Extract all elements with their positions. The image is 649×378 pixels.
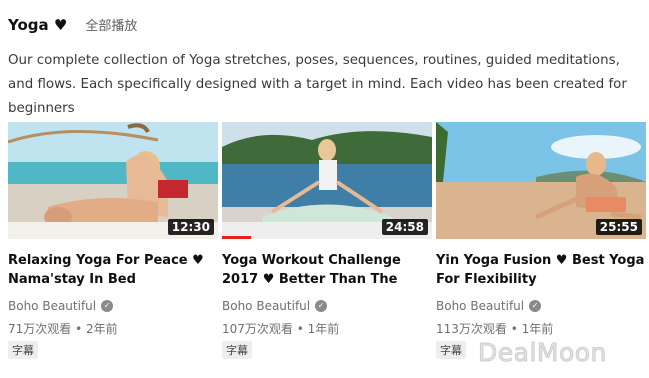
duration-badge: 25:55 (595, 219, 642, 235)
channel-label: Boho Beautiful (222, 299, 311, 313)
verified-check-icon: ✓ (101, 300, 114, 312)
video-shelf: 12:30 Relaxing Yoga For Peace ♥ Nama'sta… (8, 122, 648, 362)
verified-check-icon: ✓ (315, 300, 328, 312)
video-title[interactable]: Yoga Workout Challenge 2017 ♥ Better Tha… (222, 251, 432, 289)
video-thumbnail[interactable]: 25:55 (436, 122, 646, 239)
subtitles-badge: 字幕 (436, 341, 466, 359)
channel-name[interactable]: Boho Beautiful ✓ (8, 299, 218, 313)
video-title[interactable]: Relaxing Yoga For Peace ♥ Nama'stay In B… (8, 251, 218, 289)
subtitles-badge: 字幕 (8, 341, 38, 359)
duration-badge: 24:58 (381, 219, 428, 235)
video-meta: 113万次观看 • 1年前 (436, 322, 554, 336)
play-all-link[interactable]: 全部播放 (85, 15, 137, 34)
channel-label: Boho Beautiful (8, 299, 97, 313)
dealmoon-watermark: DealMoon (478, 338, 607, 368)
channel-label: Boho Beautiful (436, 299, 525, 313)
video-meta: 71万次观看 • 2年前 (8, 322, 118, 336)
watch-progress-bar (222, 236, 252, 239)
verified-check-icon: ✓ (529, 300, 542, 312)
video-title[interactable]: Yin Yoga Fusion ♥ Best Yoga For Flexibil… (436, 251, 646, 289)
video-card[interactable]: 12:30 Relaxing Yoga For Peace ♥ Nama'sta… (8, 122, 218, 359)
subtitles-badge: 字幕 (222, 341, 252, 359)
duration-badge: 12:30 (167, 219, 214, 235)
video-card[interactable]: 24:58 Yoga Workout Challenge 2017 ♥ Bett… (222, 122, 432, 359)
video-card[interactable]: 25:55 Yin Yoga Fusion ♥ Best Yoga For Fl… (436, 122, 646, 359)
playlist-description: Our complete collection of Yoga stretche… (8, 53, 627, 116)
channel-name[interactable]: Boho Beautiful ✓ (222, 299, 432, 313)
video-thumbnail[interactable]: 12:30 (8, 122, 218, 239)
playlist-header: Yoga ♥ 全部播放 (8, 15, 137, 34)
channel-name[interactable]: Boho Beautiful ✓ (436, 299, 646, 313)
video-thumbnail[interactable]: 24:58 (222, 122, 432, 239)
playlist-title[interactable]: Yoga ♥ (8, 16, 67, 34)
video-meta: 107万次观看 • 1年前 (222, 322, 340, 336)
